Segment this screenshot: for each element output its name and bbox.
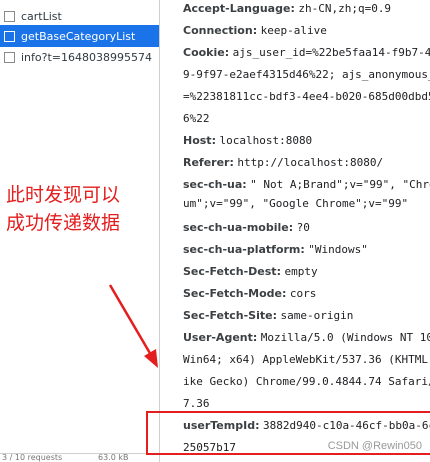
- arrow-head: [144, 349, 158, 368]
- watermark: CSDN @Rewin050: [327, 440, 422, 452]
- annotation-arrow-icon: [108, 284, 158, 368]
- arrow-shaft: [108, 284, 153, 356]
